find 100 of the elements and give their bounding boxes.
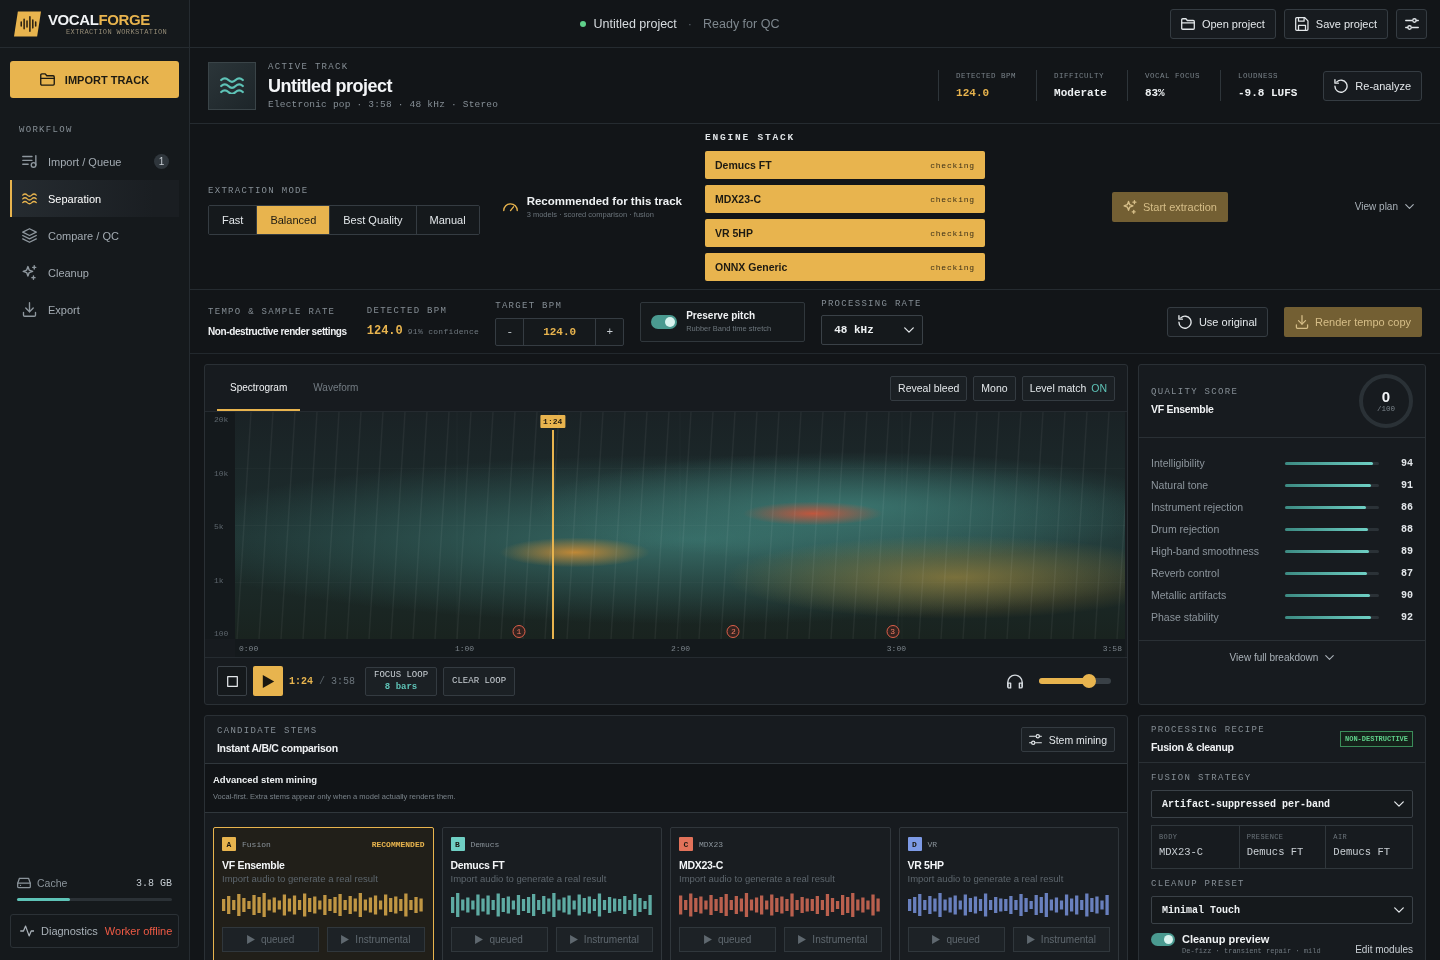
hard-drive-icon (17, 876, 31, 890)
sliders-icon (1028, 733, 1042, 746)
metric-value: 94 (1400, 457, 1413, 469)
count-badge: 1 (154, 154, 169, 169)
engine-status: checking (930, 194, 975, 204)
import-track-button[interactable]: IMPORT TRACK (10, 61, 179, 98)
metric-name: Natural tone (1151, 479, 1209, 491)
engine-status: checking (930, 262, 975, 272)
section-label: CANDIDATE STEMS (217, 725, 319, 737)
stem-mining-button[interactable]: Stem mining (1020, 727, 1115, 752)
cleanup-preset-select[interactable]: Minimal Touch (1151, 896, 1413, 924)
save-project-button[interactable]: Save project (1283, 8, 1388, 39)
option-title: Preserve pitch (686, 310, 757, 321)
stem-letter-badge: D (907, 837, 922, 851)
chevron-down-icon (1405, 204, 1414, 209)
download-icon (22, 302, 37, 317)
metric-value: 89 (1400, 545, 1413, 557)
frequency-label: 20k (214, 415, 230, 424)
stem-name: MDX23-C (679, 859, 724, 871)
metric-name: Instrument rejection (1151, 501, 1244, 513)
model-name: VF Ensemble (1151, 403, 1215, 415)
view-full-breakdown-button[interactable]: View full breakdown (1229, 652, 1335, 663)
recommended-tag: RECOMMENDED (371, 839, 425, 849)
processing-rate-select[interactable]: 48 kHz (821, 314, 924, 345)
folder-icon (1180, 16, 1195, 31)
use-original-button[interactable]: Use original (1166, 306, 1268, 337)
current-time: 1:24 (289, 675, 313, 687)
view-tab[interactable]: Waveform (300, 365, 372, 411)
stem-letter-badge: B (450, 837, 465, 851)
cache-label: Cache (37, 877, 68, 889)
increment-button[interactable]: + (595, 319, 624, 345)
model-family: VR (927, 839, 938, 849)
nav-item[interactable]: Separation (10, 180, 179, 217)
metric-name: Phase stability (1151, 611, 1219, 623)
open-project-button[interactable]: Open project (1169, 8, 1276, 39)
engine-status: checking (930, 228, 975, 238)
view-option-button[interactable]: Level match ON (1021, 375, 1115, 401)
nav-item[interactable]: Cleanup (10, 254, 179, 291)
section-label: TEMPO & SAMPLE RATE (208, 306, 337, 318)
field-label: TARGET BPM (495, 301, 564, 312)
refresh-icon (1334, 78, 1349, 93)
stem-letter-badge: C (679, 837, 693, 851)
mode-tab[interactable]: Fast (209, 206, 257, 234)
nav-item[interactable]: Export (10, 291, 179, 328)
settings-button[interactable] (1396, 8, 1427, 39)
edit-modules-link[interactable]: Edit modules (1355, 944, 1413, 955)
view-option-button[interactable]: Reveal bleed (890, 375, 968, 401)
target-bpm-input[interactable]: 124.0 (524, 319, 596, 345)
diagnostics-button[interactable]: Diagnostics Worker offline (10, 914, 179, 948)
stem-note: Import audio to generate a real result (222, 873, 379, 884)
play-icon (246, 935, 255, 944)
re-analyze-button[interactable]: Re-analyze (1323, 70, 1422, 101)
fusion-strategy-select[interactable]: Artifact-suppressed per-band (1151, 790, 1413, 818)
mode-tab[interactable]: Best Quality (329, 206, 416, 234)
band-model: Demucs FT (1246, 846, 1305, 858)
separator-dot: · (687, 16, 692, 31)
stop-button[interactable] (217, 666, 247, 696)
mode-tab[interactable]: Balanced (256, 206, 330, 234)
engine-name: MDX23-C (714, 193, 762, 205)
frequency-label: 10k (214, 468, 230, 478)
mode-tab[interactable]: Manual (415, 206, 479, 234)
play-icon (798, 935, 807, 944)
time-label: 3:00 (886, 643, 906, 653)
sparkle-icon (1122, 199, 1137, 214)
detected-bpm: 124.0 (366, 323, 403, 338)
cache-size: 3.8 GB (136, 877, 172, 889)
toggle-switch[interactable] (1151, 933, 1175, 946)
clear-loop-button[interactable]: CLEAR LOOP (443, 666, 516, 696)
waveform-logo-icon (14, 10, 41, 37)
decrement-button[interactable]: - (496, 319, 525, 345)
engine-status: checking (930, 160, 975, 170)
refresh-icon (1177, 314, 1192, 329)
toggle-switch[interactable] (651, 314, 678, 329)
stat-value: 83% (1144, 87, 1166, 99)
metric-value: 91 (1400, 479, 1413, 491)
model-family: Fusion (242, 839, 271, 849)
play-button[interactable] (253, 666, 283, 696)
play-icon (703, 935, 712, 944)
status-dot-icon (580, 20, 587, 27)
engine-name: ONNX Generic (714, 261, 788, 273)
download-icon (1295, 314, 1309, 329)
save-icon (1294, 16, 1309, 31)
focus-loop-button[interactable]: FOCUS LOOP 8 bars (365, 666, 438, 696)
play-icon (475, 935, 484, 944)
waves-tile-icon (208, 61, 256, 110)
nav-item[interactable]: Compare / QC (10, 217, 179, 254)
nav-item[interactable]: Import / Queue 1 (10, 143, 179, 180)
duration: 3:58 (331, 675, 356, 687)
chevron-down-icon (1394, 907, 1404, 913)
field-label: FUSION STRATEGY (1151, 773, 1253, 784)
metric-value: 92 (1400, 611, 1413, 623)
section-title: Fusion & cleanup (1151, 741, 1235, 753)
view-option-button[interactable]: Mono (973, 375, 1016, 401)
slider-thumb[interactable] (1082, 674, 1097, 688)
time-separator: / (319, 675, 326, 687)
stop-icon (226, 675, 238, 687)
frequency-label: 100 (214, 629, 230, 638)
play-icon (569, 935, 578, 944)
view-plan-button[interactable]: View plan (1354, 201, 1414, 212)
frequency-label: 5k (214, 522, 225, 531)
